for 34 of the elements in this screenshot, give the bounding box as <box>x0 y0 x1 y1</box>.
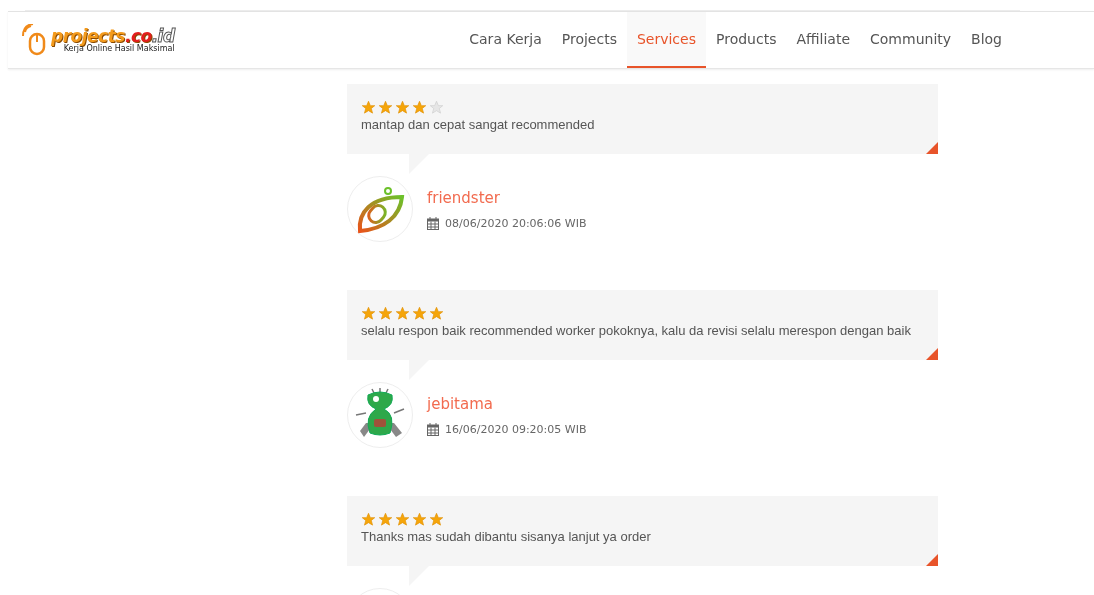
corner-mark <box>926 348 938 360</box>
star-icon <box>378 512 393 527</box>
star-icon <box>378 306 393 321</box>
star-icon <box>361 100 376 115</box>
review-text: selalu respon baik recommended worker pokoknya, kalu da revisi selalu merespon dengan baik <box>361 323 911 338</box>
nav-link[interactable]: Cara Kerja <box>459 12 552 68</box>
empty-star-icon <box>429 100 444 115</box>
star-icon <box>429 512 444 527</box>
review-date: 16/06/2020 09:20:05 WIB <box>445 422 587 436</box>
star-icon <box>395 306 410 321</box>
nav-link[interactable]: Community <box>860 12 962 68</box>
mouse-logo-icon <box>22 24 48 56</box>
nav-link[interactable]: Blog <box>961 12 1012 68</box>
nav-link[interactable]: Products <box>706 12 787 68</box>
nav-link[interactable]: Affiliate <box>786 12 860 68</box>
review-text: mantap dan cepat sangat recommended <box>361 117 595 132</box>
star-icon <box>429 306 444 321</box>
star-icon <box>395 512 410 527</box>
corner-mark <box>926 554 938 566</box>
star-icon <box>412 512 427 527</box>
star-icon <box>361 306 376 321</box>
corner-mark <box>926 142 938 154</box>
nav-link[interactable]: Projects <box>551 12 627 68</box>
star-icon <box>395 100 410 115</box>
nav-link[interactable]: Services <box>626 12 706 68</box>
star-icon <box>412 306 427 321</box>
calendar-icon <box>427 422 439 436</box>
calendar-icon <box>427 216 439 230</box>
review-text: Thanks mas sudah dibantu sisanya lanjut ya order <box>361 529 651 544</box>
star-icon <box>361 512 376 527</box>
star-icon <box>378 100 393 115</box>
review-date: 08/06/2020 20:06:06 WIB <box>445 216 587 230</box>
logo-wordmark[interactable]: projects.co.id <box>51 27 175 45</box>
star-icon <box>412 100 427 115</box>
